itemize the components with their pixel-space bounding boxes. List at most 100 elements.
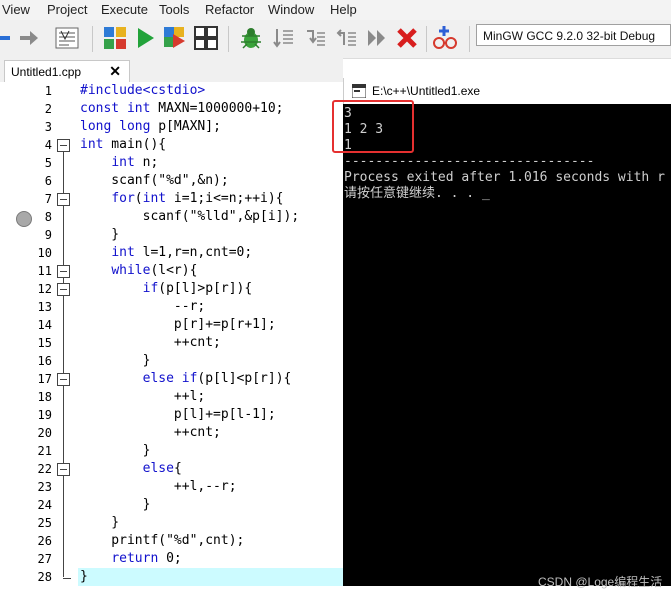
fold-toggle-icon[interactable]	[57, 139, 70, 152]
code-line[interactable]: }	[80, 226, 119, 244]
code-line[interactable]: int n;	[80, 154, 158, 172]
line-number: 28	[37, 570, 52, 584]
console-title: E:\c++\Untitled1.exe	[372, 84, 481, 98]
line-number: 1	[44, 84, 52, 98]
code-line[interactable]: }	[80, 514, 119, 532]
code-line[interactable]: }	[80, 352, 151, 370]
line-number: 22	[37, 462, 52, 476]
line-number: 14	[37, 318, 52, 332]
console-line: Process exited after 1.016 seconds with …	[344, 170, 665, 185]
stop-debug-icon[interactable]	[394, 24, 420, 52]
code-line[interactable]: const int MAXN=1000000+10;	[80, 100, 284, 118]
code-line[interactable]: long long p[MAXN];	[80, 118, 221, 136]
toolbar-separator	[469, 26, 470, 52]
code-line[interactable]: int l=1,r=n,cnt=0;	[80, 244, 252, 262]
run-icon[interactable]	[132, 24, 158, 52]
annotation-highlight-box	[332, 100, 414, 153]
line-number: 20	[37, 426, 52, 440]
fold-line	[63, 152, 64, 577]
code-line[interactable]: for(int i=1;i<=n;++i){	[80, 190, 283, 208]
code-line[interactable]: }	[80, 442, 151, 460]
code-line[interactable]: ++cnt;	[80, 424, 221, 442]
menu-view[interactable]: View	[2, 2, 30, 17]
console-output: 31 2 3 1 -------------------------------- P…	[343, 104, 671, 586]
line-number: 3	[44, 120, 52, 134]
compile-run-icon[interactable]	[162, 24, 188, 52]
line-number: 6	[44, 174, 52, 188]
console-line: 请按任意键继续. . . _	[344, 186, 490, 201]
menu-window[interactable]: Window	[268, 2, 314, 17]
compile-icon[interactable]	[102, 24, 128, 52]
line-number: 10	[37, 246, 52, 260]
menu-execute[interactable]: Execute	[101, 2, 148, 17]
code-line[interactable]: else{	[80, 460, 182, 478]
fold-end	[63, 578, 71, 579]
line-number: 8	[44, 210, 52, 224]
menu-refactor[interactable]: Refactor	[205, 2, 254, 17]
watermark: CSDN @Loge编程生活	[538, 575, 663, 589]
line-number: 23	[37, 480, 52, 494]
format-icon[interactable]	[54, 24, 80, 52]
code-line[interactable]: }	[80, 496, 151, 514]
menu-bar: View Project Execute Tools Refactor Wind…	[0, 0, 671, 20]
step-out-icon[interactable]	[333, 24, 359, 52]
line-number: 5	[44, 156, 52, 170]
back-arrow-icon[interactable]	[0, 24, 14, 52]
menu-tools[interactable]: Tools	[159, 2, 189, 17]
toolbar-separator	[426, 26, 427, 52]
add-watch-icon[interactable]	[432, 24, 458, 52]
line-number: 24	[37, 498, 52, 512]
fold-toggle-icon[interactable]	[57, 373, 70, 386]
code-line[interactable]: if(p[l]>p[r]){	[80, 280, 253, 298]
continue-icon[interactable]	[364, 24, 390, 52]
code-line[interactable]: --r;	[80, 298, 205, 316]
console-window[interactable]: E:\c++\Untitled1.exe 31 2 3 1 ------------…	[343, 78, 671, 586]
code-line[interactable]: }	[80, 568, 88, 586]
compiler-select[interactable]: MinGW GCC 9.2.0 32-bit Debug	[476, 24, 671, 46]
code-line[interactable]: int main(){	[80, 136, 166, 154]
forward-arrow-icon[interactable]	[16, 24, 42, 52]
code-line[interactable]: scanf("%lld",&p[i]);	[80, 208, 300, 226]
code-line[interactable]: #include<cstdio>	[80, 82, 205, 100]
line-number: 12	[37, 282, 52, 296]
console-line: --------------------------------	[344, 154, 595, 169]
menu-project[interactable]: Project	[47, 2, 87, 17]
console-app-icon	[352, 84, 366, 98]
line-number: 21	[37, 444, 52, 458]
code-line[interactable]: printf("%d",cnt);	[80, 532, 244, 550]
line-number: 17	[37, 372, 52, 386]
line-number: 13	[37, 300, 52, 314]
current-line-highlight	[78, 568, 343, 586]
code-line[interactable]: ++l;	[80, 388, 205, 406]
fold-toggle-icon[interactable]	[57, 463, 70, 476]
fold-toggle-icon[interactable]	[57, 265, 70, 278]
line-number: 9	[44, 228, 52, 242]
code-line[interactable]: p[r]+=p[r+1];	[80, 316, 276, 334]
line-number: 11	[37, 264, 52, 278]
tab-untitled1[interactable]: Untitled1.cpp ✕	[4, 60, 130, 83]
code-line[interactable]: else if(p[l]<p[r]){	[80, 370, 292, 388]
menu-help[interactable]: Help	[330, 2, 357, 17]
fold-toggle-icon[interactable]	[57, 283, 70, 296]
line-number: 4	[44, 138, 52, 152]
line-number: 25	[37, 516, 52, 530]
toolbar-separator	[92, 26, 93, 52]
code-line[interactable]: while(l<r){	[80, 262, 197, 280]
line-number: 26	[37, 534, 52, 548]
debug-bug-icon[interactable]	[238, 24, 264, 52]
code-line[interactable]: ++cnt;	[80, 334, 221, 352]
code-line[interactable]: scanf("%d",&n);	[80, 172, 228, 190]
rebuild-icon[interactable]	[193, 24, 219, 52]
code-editor[interactable]: 1 2 3 4 5 6 7 8 9 10 11 12 13 14 15 16 17 18 19 20 21 22 23 24 2…	[0, 82, 343, 595]
line-number: 18	[37, 390, 52, 404]
close-icon[interactable]: ✕	[109, 63, 121, 80]
step-into-icon[interactable]	[302, 24, 328, 52]
code-line[interactable]: return 0;	[80, 550, 181, 568]
fold-toggle-icon[interactable]	[57, 193, 70, 206]
step-over-icon[interactable]	[270, 24, 296, 52]
line-number: 19	[37, 408, 52, 422]
line-number: 27	[37, 552, 52, 566]
toolbar-separator	[228, 26, 229, 52]
code-line[interactable]: p[l]+=p[l-1];	[80, 406, 276, 424]
code-line[interactable]: ++l,--r;	[80, 478, 237, 496]
